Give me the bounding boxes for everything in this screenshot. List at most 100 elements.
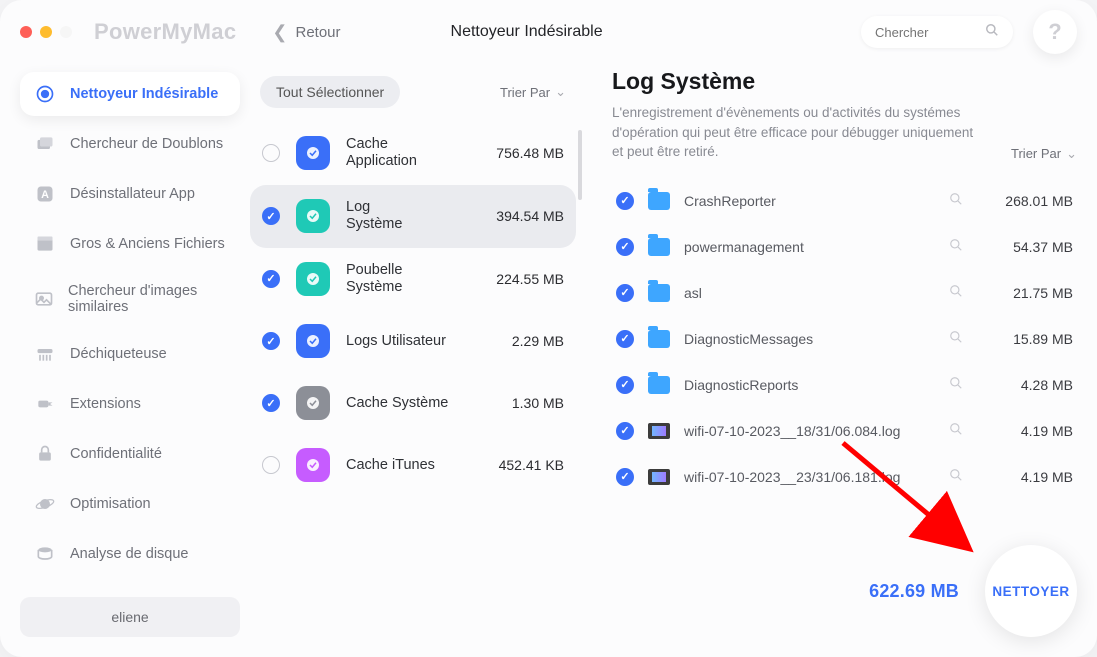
category-size: 2.29 MB bbox=[512, 333, 564, 349]
category-size: 1.30 MB bbox=[512, 395, 564, 411]
file-icon bbox=[648, 423, 670, 439]
sidebar-item-label: Gros & Anciens Fichiers bbox=[70, 236, 225, 252]
checkbox[interactable] bbox=[262, 207, 280, 225]
image-icon bbox=[34, 288, 54, 310]
sidebar-item-similar-images[interactable]: Chercheur d'images similaires bbox=[20, 272, 240, 326]
checkbox[interactable] bbox=[616, 468, 634, 486]
reveal-icon[interactable] bbox=[943, 192, 969, 209]
app-icon: A bbox=[34, 183, 56, 205]
category-row[interactable]: Logs Utilisateur 2.29 MB bbox=[250, 310, 576, 372]
folder-icon bbox=[648, 238, 670, 256]
file-row[interactable]: CrashReporter 268.01 MB bbox=[612, 180, 1077, 222]
category-size: 394.54 MB bbox=[496, 208, 564, 224]
checkbox[interactable] bbox=[262, 394, 280, 412]
category-row[interactable]: Cache iTunes 452.41 KB bbox=[250, 434, 576, 496]
checkbox[interactable] bbox=[616, 422, 634, 440]
sort-label: Trier Par bbox=[1011, 146, 1061, 161]
shredder-icon bbox=[34, 343, 56, 365]
sidebar-item-optimization[interactable]: Optimisation bbox=[20, 482, 240, 526]
file-size: 268.01 MB bbox=[983, 193, 1073, 209]
file-row[interactable]: wifi-07-10-2023__18/31/06.084.log 4.19 M… bbox=[612, 410, 1077, 452]
sidebar-item-label: Chercheur d'images similaires bbox=[68, 283, 226, 315]
select-all-button[interactable]: Tout Sélectionner bbox=[260, 76, 400, 108]
search-box[interactable] bbox=[861, 16, 1013, 48]
zoom-window-button[interactable] bbox=[60, 26, 72, 38]
clean-button[interactable]: NETTOYER bbox=[985, 545, 1077, 637]
sidebar-item-junk-cleaner[interactable]: Nettoyeur Indésirable bbox=[20, 72, 240, 116]
category-name: PoubelleSystème bbox=[346, 262, 480, 297]
checkbox[interactable] bbox=[262, 270, 280, 288]
file-size: 15.89 MB bbox=[983, 331, 1073, 347]
file-name: DiagnosticMessages bbox=[684, 331, 929, 347]
sidebar-item-label: Chercheur de Doublons bbox=[70, 136, 223, 152]
category-row[interactable]: CacheApplication 756.48 MB bbox=[250, 122, 576, 185]
search-input[interactable] bbox=[875, 25, 985, 40]
category-size: 224.55 MB bbox=[496, 271, 564, 287]
checkbox[interactable] bbox=[616, 192, 634, 210]
reveal-icon[interactable] bbox=[943, 376, 969, 393]
category-row[interactable]: LogSystème 394.54 MB bbox=[250, 185, 576, 248]
reveal-icon[interactable] bbox=[943, 330, 969, 347]
sidebar-item-label: Désinstallateur App bbox=[70, 186, 195, 202]
checkbox[interactable] bbox=[262, 144, 280, 162]
svg-text:A: A bbox=[41, 189, 49, 201]
sidebar-item-extensions[interactable]: Extensions bbox=[20, 382, 240, 426]
category-name: Logs Utilisateur bbox=[346, 333, 496, 350]
checkbox[interactable] bbox=[262, 456, 280, 474]
file-row[interactable]: DiagnosticReports 4.28 MB bbox=[612, 364, 1077, 406]
category-size: 452.41 KB bbox=[499, 457, 564, 473]
file-name: wifi-07-10-2023__23/31/06.181.log bbox=[684, 469, 929, 485]
category-row[interactable]: PoubelleSystème 224.55 MB bbox=[250, 248, 576, 311]
disk-icon bbox=[34, 543, 56, 565]
folder-icon bbox=[648, 284, 670, 302]
sidebar-item-label: Déchiqueteuse bbox=[70, 346, 167, 362]
file-name: DiagnosticReports bbox=[684, 377, 929, 393]
category-icon bbox=[296, 324, 330, 358]
detail-panel: Log Système L'enregistrement d'évènement… bbox=[586, 68, 1077, 637]
sidebar-item-large-old-files[interactable]: Gros & Anciens Fichiers bbox=[20, 222, 240, 266]
sidebar-item-duplicate-finder[interactable]: Chercheur de Doublons bbox=[20, 122, 240, 166]
scrollbar[interactable] bbox=[578, 130, 582, 200]
help-button[interactable]: ? bbox=[1033, 10, 1077, 54]
sort-files-button[interactable]: Trier Par ⌄ bbox=[1011, 146, 1077, 162]
category-name: Cache Système bbox=[346, 395, 496, 412]
category-row[interactable]: Cache Système 1.30 MB bbox=[250, 372, 576, 434]
file-row[interactable]: wifi-07-10-2023__23/31/06.181.log 4.19 M… bbox=[612, 456, 1077, 498]
checkbox[interactable] bbox=[616, 238, 634, 256]
sidebar-item-label: Analyse de disque bbox=[70, 546, 189, 562]
file-name: powermanagement bbox=[684, 239, 929, 255]
category-icon bbox=[296, 262, 330, 296]
file-row[interactable]: DiagnosticMessages 15.89 MB bbox=[612, 318, 1077, 360]
close-window-button[interactable] bbox=[20, 26, 32, 38]
sidebar-item-privacy[interactable]: Confidentialité bbox=[20, 432, 240, 476]
sort-label: Trier Par bbox=[500, 85, 550, 100]
checkbox[interactable] bbox=[616, 376, 634, 394]
lock-icon bbox=[34, 443, 56, 465]
file-size: 21.75 MB bbox=[983, 285, 1073, 301]
search-icon bbox=[985, 23, 999, 42]
sort-categories-button[interactable]: Trier Par ⌄ bbox=[500, 84, 566, 100]
file-list: CrashReporter 268.01 MB powermanagement … bbox=[612, 180, 1077, 529]
reveal-icon[interactable] bbox=[943, 284, 969, 301]
reveal-icon[interactable] bbox=[943, 238, 969, 255]
checkbox[interactable] bbox=[616, 330, 634, 348]
sidebar-item-app-uninstaller[interactable]: A Désinstallateur App bbox=[20, 172, 240, 216]
category-name: Cache iTunes bbox=[346, 457, 483, 474]
file-size: 4.28 MB bbox=[983, 377, 1073, 393]
file-row[interactable]: asl 21.75 MB bbox=[612, 272, 1077, 314]
detail-description: L'enregistrement d'évènements ou d'activ… bbox=[612, 103, 981, 162]
reveal-icon[interactable] bbox=[943, 422, 969, 439]
minimize-window-button[interactable] bbox=[40, 26, 52, 38]
category-icon bbox=[296, 448, 330, 482]
select-all-label: Tout Sélectionner bbox=[276, 84, 384, 100]
checkbox[interactable] bbox=[262, 332, 280, 350]
reveal-icon[interactable] bbox=[943, 468, 969, 485]
sidebar-item-shredder[interactable]: Déchiqueteuse bbox=[20, 332, 240, 376]
file-row[interactable]: powermanagement 54.37 MB bbox=[612, 226, 1077, 268]
back-button[interactable]: ❮ Retour bbox=[272, 22, 340, 43]
planet-icon bbox=[34, 493, 56, 515]
chevron-down-icon: ⌄ bbox=[555, 84, 566, 100]
sidebar-item-disk-analysis[interactable]: Analyse de disque bbox=[20, 532, 240, 576]
user-account-button[interactable]: eliene bbox=[20, 597, 240, 637]
checkbox[interactable] bbox=[616, 284, 634, 302]
